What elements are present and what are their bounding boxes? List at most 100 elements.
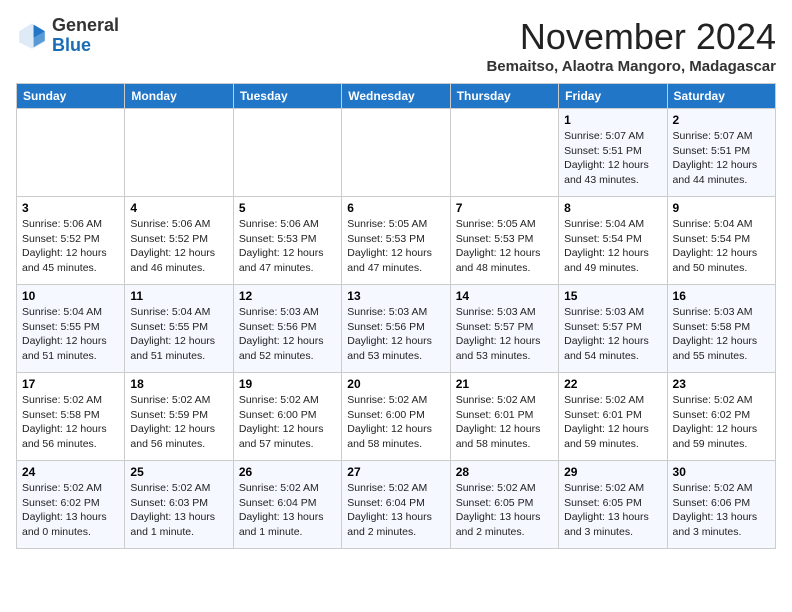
calendar-cell: 14 Sunrise: 5:03 AM Sunset: 5:57 PM Dayli… [450,285,558,373]
title-block: November 2024 Bemaitso, Alaotra Mangoro,… [486,16,776,75]
calendar-cell: 10 Sunrise: 5:04 AM Sunset: 5:55 PM Dayli… [17,285,125,373]
weekday-header-saturday: Saturday [667,84,775,109]
day-number: 2 [673,113,770,127]
day-info: Sunrise: 5:02 AM Sunset: 6:06 PM Dayligh… [673,481,770,540]
calendar-cell: 9 Sunrise: 5:04 AM Sunset: 5:54 PM Daylig… [667,197,775,285]
calendar-week-3: 10 Sunrise: 5:04 AM Sunset: 5:55 PM Dayli… [17,285,776,373]
calendar-cell: 22Sunrise: 5:02 AM Sunset: 6:01 PM Dayli… [559,373,667,461]
calendar-week-1: 1 Sunrise: 5:07 AM Sunset: 5:51 PM Daylig… [17,109,776,197]
day-info: Sunrise: 5:02 AM Sunset: 6:05 PM Dayligh… [456,481,553,540]
day-info: Sunrise: 5:02 AM Sunset: 6:01 PM Dayligh… [564,393,661,452]
day-info: Sunrise: 5:05 AM Sunset: 5:53 PM Dayligh… [456,217,553,276]
weekday-header-row: SundayMondayTuesdayWednesdayThursdayFrid… [17,84,776,109]
day-number: 24 [22,465,119,479]
day-number: 1 [564,113,661,127]
calendar-cell: 24 Sunrise: 5:02 AM Sunset: 6:02 PM Dayli… [17,461,125,549]
day-info: Sunrise: 5:04 AM Sunset: 5:54 PM Dayligh… [564,217,661,276]
day-number: 5 [239,201,336,215]
day-number: 30 [673,465,770,479]
calendar-cell: 11Sunrise: 5:04 AM Sunset: 5:55 PM Dayli… [125,285,233,373]
day-info: Sunrise: 5:04 AM Sunset: 5:54 PM Dayligh… [673,217,770,276]
calendar-week-5: 24 Sunrise: 5:02 AM Sunset: 6:02 PM Dayli… [17,461,776,549]
day-info: Sunrise: 5:02 AM Sunset: 6:00 PM Dayligh… [347,393,444,452]
calendar-cell: 27Sunrise: 5:02 AM Sunset: 6:04 PM Dayli… [342,461,450,549]
day-number: 29 [564,465,661,479]
calendar-cell: 19 Sunrise: 5:02 AM Sunset: 6:00 PM Dayli… [233,373,341,461]
calendar-cell: 17Sunrise: 5:02 AM Sunset: 5:58 PM Dayli… [17,373,125,461]
calendar-cell [17,109,125,197]
day-info: Sunrise: 5:02 AM Sunset: 6:01 PM Dayligh… [456,393,553,452]
day-info: Sunrise: 5:04 AM Sunset: 5:55 PM Dayligh… [22,305,119,364]
day-number: 9 [673,201,770,215]
day-info: Sunrise: 5:02 AM Sunset: 6:02 PM Dayligh… [22,481,119,540]
page-header: General Blue November 2024 Bemaitso, Ala… [16,16,776,75]
calendar-cell: 3 Sunrise: 5:06 AM Sunset: 5:52 PM Daylig… [17,197,125,285]
calendar-cell: 12 Sunrise: 5:03 AM Sunset: 5:56 PM Dayli… [233,285,341,373]
calendar-week-2: 3 Sunrise: 5:06 AM Sunset: 5:52 PM Daylig… [17,197,776,285]
calendar-cell: 5Sunrise: 5:06 AM Sunset: 5:53 PM Daylig… [233,197,341,285]
weekday-header-wednesday: Wednesday [342,84,450,109]
calendar-cell [125,109,233,197]
day-info: Sunrise: 5:07 AM Sunset: 5:51 PM Dayligh… [673,129,770,188]
day-number: 3 [22,201,119,215]
day-number: 28 [456,465,553,479]
calendar-cell: 21 Sunrise: 5:02 AM Sunset: 6:01 PM Dayli… [450,373,558,461]
day-number: 6 [347,201,444,215]
day-number: 16 [673,289,770,303]
day-number: 26 [239,465,336,479]
day-info: Sunrise: 5:02 AM Sunset: 6:04 PM Dayligh… [347,481,444,540]
day-info: Sunrise: 5:02 AM Sunset: 5:59 PM Dayligh… [130,393,227,452]
calendar-cell: 26 Sunrise: 5:02 AM Sunset: 6:04 PM Dayli… [233,461,341,549]
logo: General Blue [16,16,119,56]
day-info: Sunrise: 5:02 AM Sunset: 6:00 PM Dayligh… [239,393,336,452]
day-number: 14 [456,289,553,303]
day-info: Sunrise: 5:02 AM Sunset: 5:58 PM Dayligh… [22,393,119,452]
month-title: November 2024 [486,16,776,58]
day-info: Sunrise: 5:04 AM Sunset: 5:55 PM Dayligh… [130,305,227,364]
weekday-header-tuesday: Tuesday [233,84,341,109]
day-info: Sunrise: 5:03 AM Sunset: 5:57 PM Dayligh… [564,305,661,364]
day-number: 12 [239,289,336,303]
day-info: Sunrise: 5:03 AM Sunset: 5:56 PM Dayligh… [239,305,336,364]
weekday-header-sunday: Sunday [17,84,125,109]
calendar-cell: 4Sunrise: 5:06 AM Sunset: 5:52 PM Daylig… [125,197,233,285]
weekday-header-monday: Monday [125,84,233,109]
calendar-cell: 30 Sunrise: 5:02 AM Sunset: 6:06 PM Dayli… [667,461,775,549]
day-info: Sunrise: 5:02 AM Sunset: 6:04 PM Dayligh… [239,481,336,540]
day-info: Sunrise: 5:03 AM Sunset: 5:57 PM Dayligh… [456,305,553,364]
weekday-header-friday: Friday [559,84,667,109]
day-number: 20 [347,377,444,391]
day-info: Sunrise: 5:02 AM Sunset: 6:02 PM Dayligh… [673,393,770,452]
day-number: 7 [456,201,553,215]
calendar-cell [342,109,450,197]
calendar-cell: 13 Sunrise: 5:03 AM Sunset: 5:56 PM Dayli… [342,285,450,373]
calendar-cell: 25Sunrise: 5:02 AM Sunset: 6:03 PM Dayli… [125,461,233,549]
location: Bemaitso, Alaotra Mangoro, Madagascar [486,58,776,75]
calendar-cell: 28 Sunrise: 5:02 AM Sunset: 6:05 PM Dayli… [450,461,558,549]
day-number: 10 [22,289,119,303]
day-number: 4 [130,201,227,215]
day-info: Sunrise: 5:03 AM Sunset: 5:58 PM Dayligh… [673,305,770,364]
calendar: SundayMondayTuesdayWednesdayThursdayFrid… [16,83,776,549]
day-number: 19 [239,377,336,391]
day-number: 21 [456,377,553,391]
day-number: 15 [564,289,661,303]
day-info: Sunrise: 5:02 AM Sunset: 6:03 PM Dayligh… [130,481,227,540]
day-info: Sunrise: 5:03 AM Sunset: 5:56 PM Dayligh… [347,305,444,364]
weekday-header-thursday: Thursday [450,84,558,109]
calendar-cell: 1Sunrise: 5:07 AM Sunset: 5:51 PM Daylig… [559,109,667,197]
logo-icon [16,20,48,52]
day-number: 8 [564,201,661,215]
day-number: 13 [347,289,444,303]
calendar-cell: 8 Sunrise: 5:04 AM Sunset: 5:54 PM Daylig… [559,197,667,285]
day-number: 18 [130,377,227,391]
calendar-cell: 2 Sunrise: 5:07 AM Sunset: 5:51 PM Daylig… [667,109,775,197]
calendar-cell [233,109,341,197]
calendar-cell: 20 Sunrise: 5:02 AM Sunset: 6:00 PM Dayli… [342,373,450,461]
calendar-cell: 15 Sunrise: 5:03 AM Sunset: 5:57 PM Dayli… [559,285,667,373]
calendar-cell: 23 Sunrise: 5:02 AM Sunset: 6:02 PM Dayli… [667,373,775,461]
day-info: Sunrise: 5:05 AM Sunset: 5:53 PM Dayligh… [347,217,444,276]
day-number: 23 [673,377,770,391]
calendar-cell: 16 Sunrise: 5:03 AM Sunset: 5:58 PM Dayli… [667,285,775,373]
day-info: Sunrise: 5:06 AM Sunset: 5:52 PM Dayligh… [22,217,119,276]
